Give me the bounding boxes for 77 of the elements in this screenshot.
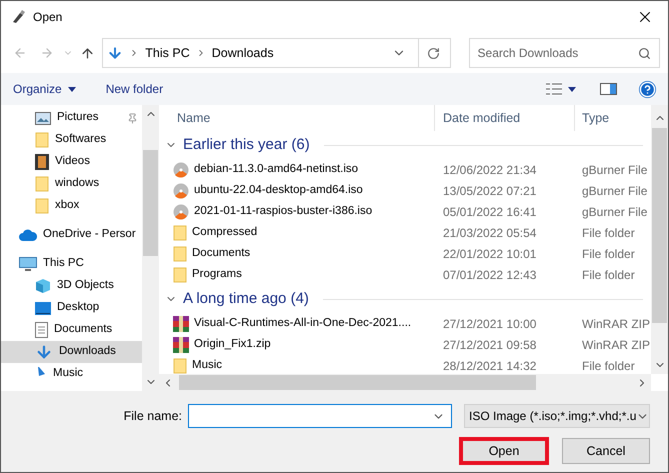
breadcrumb[interactable]: This PC: [145, 44, 190, 62]
sidebar-item[interactable]: Pictures: [1, 107, 142, 129]
search-field[interactable]: Search Downloads: [468, 38, 660, 68]
sidebar-item[interactable]: windows: [1, 173, 142, 195]
group-heading: A long time ago (4): [183, 288, 309, 309]
download-icon: [107, 45, 124, 61]
help-button[interactable]: [639, 80, 656, 98]
dialog-button[interactable]: Open: [460, 438, 548, 464]
desktop-icon: [35, 302, 51, 314]
file-row[interactable]: ubuntu-22.04-desktop-amd64.iso 13/05/2022 07:21 gBurner File: [159, 180, 651, 201]
sidebar-item[interactable]: This PC: [1, 253, 142, 275]
file-type-dropdown[interactable]: ISO Image (*.iso;*.img;*.vhd;*.u: [464, 404, 650, 428]
archive-icon: [173, 316, 189, 332]
folder-icon: [35, 176, 49, 192]
file-name-field[interactable]: [188, 404, 452, 428]
sidebar-item[interactable]: Documents: [1, 319, 142, 341]
disc-icon: [173, 204, 189, 220]
details-view-icon: [546, 83, 562, 95]
search-input[interactable]: Search Downloads: [478, 44, 638, 62]
disc-icon: [173, 162, 189, 178]
sidebar-item[interactable]: xbox: [1, 195, 142, 217]
folder-icon: [173, 358, 187, 374]
monitor-icon: [19, 256, 37, 272]
cube-icon: [35, 278, 51, 294]
caret-icon: [568, 86, 576, 92]
column-header[interactable]: Name: [159, 105, 435, 131]
file-row[interactable]: Music 28/12/2021 14:32 File folder: [159, 355, 651, 374]
breadcrumb[interactable]: Downloads: [212, 44, 274, 62]
folder-icon: [173, 266, 187, 282]
sidebar-scrollbar[interactable]: [142, 105, 159, 391]
disc-icon: [173, 182, 189, 198]
new-folder-button[interactable]: New folder: [106, 80, 164, 98]
sidebar-item[interactable]: Softwares: [1, 129, 142, 151]
sidebar-item[interactable]: Music: [1, 363, 142, 385]
column-header[interactable]: Date modified: [435, 105, 575, 131]
group-heading: Earlier this year (6): [183, 134, 310, 155]
file-row[interactable]: 2021-01-11-raspios-buster-i386.iso 05/01/2022 16:41 gBurner File: [159, 201, 651, 222]
file-list-scrollbar[interactable]: [651, 105, 668, 374]
film-icon: [35, 154, 49, 170]
scrollbar-thumb[interactable]: [143, 150, 158, 256]
document-icon: [35, 322, 48, 338]
file-row[interactable]: Visual-C-Runtimes-All-in-One-Dec-2021.... 27/12/2021 10:00 WinRAR ZIP: [159, 313, 651, 334]
organize-menu-button[interactable]: Organize: [13, 80, 76, 98]
sidebar-item[interactable]: 3D Objects: [1, 275, 142, 297]
cloud-icon: [19, 229, 37, 241]
caret-icon: [68, 86, 76, 92]
download-icon: [35, 343, 53, 361]
folder-icon: [35, 198, 49, 214]
picture-icon: [35, 112, 51, 124]
address-bar[interactable]: This PC Downloads: [102, 38, 420, 68]
search-icon: [638, 46, 651, 60]
refresh-icon: [427, 46, 440, 60]
view-options-button[interactable]: [546, 83, 576, 95]
folder-icon: [35, 132, 49, 148]
sidebar-item[interactable]: OneDrive - Persor: [1, 224, 142, 246]
preview-pane-button[interactable]: [600, 83, 617, 95]
file-row[interactable]: Compressed 21/03/2022 05:54 File folder: [159, 222, 651, 243]
column-header[interactable]: Type: [575, 105, 651, 131]
folder-icon: [173, 246, 187, 262]
sidebar-item[interactable]: Downloads: [1, 341, 142, 363]
horizontal-scrollbar[interactable]: [159, 374, 651, 391]
dialog-button[interactable]: Cancel: [562, 438, 650, 464]
scrollbar-thumb[interactable]: [179, 375, 536, 390]
file-name-label: File name:: [124, 408, 182, 425]
file-row[interactable]: Origin_Fix1.zip 27/12/2021 09:58 WinRAR ZIP: [159, 334, 651, 355]
window-title: Open: [33, 9, 62, 26]
refresh-button[interactable]: [418, 38, 451, 68]
archive-icon: [173, 336, 189, 352]
preview-pane-icon: [600, 83, 617, 95]
file-row[interactable]: Programs 07/01/2022 12:43 File folder: [159, 264, 651, 285]
scrollbar-thumb[interactable]: [652, 128, 667, 323]
file-row[interactable]: Documents 22/01/2022 10:01 File folder: [159, 243, 651, 264]
folder-icon: [173, 224, 187, 240]
sidebar-item[interactable]: Videos: [1, 151, 142, 173]
help-icon: [639, 80, 656, 98]
sidebar-item[interactable]: Desktop: [1, 297, 142, 319]
file-row[interactable]: debian-11.3.0-amd64-netinst.iso 12/06/2022 21:34 gBurner File: [159, 159, 651, 180]
